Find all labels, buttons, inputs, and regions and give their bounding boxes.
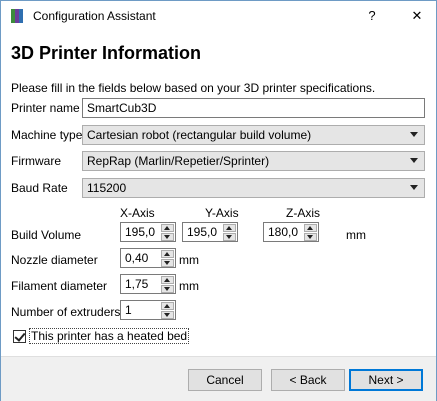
- firmware-label: Firmware: [11, 154, 61, 168]
- extruders-spinbox[interactable]: 1: [120, 300, 176, 320]
- filament-diameter-label: Filament diameter: [11, 279, 108, 293]
- chevron-down-icon: [410, 132, 418, 137]
- configuration-window: Configuration Assistant ? ✕ 3D Printer I…: [0, 0, 437, 401]
- page-intro: Please fill in the fields below based on…: [11, 81, 376, 95]
- next-button[interactable]: Next >: [349, 369, 423, 391]
- machine-type-select[interactable]: Cartesian robot (rectangular build volum…: [82, 125, 425, 145]
- nozzle-diameter-value: 0,40: [125, 251, 149, 265]
- printer-name-label: Printer name: [11, 101, 80, 115]
- spin-up-icon[interactable]: [223, 224, 236, 232]
- build-volume-unit: mm: [346, 228, 366, 242]
- page-title: 3D Printer Information: [11, 43, 202, 63]
- button-bar: Cancel < Back Next >: [1, 356, 436, 401]
- build-volume-z-value: 180,0: [268, 225, 299, 239]
- build-volume-y-value: 195,0: [187, 225, 218, 239]
- spin-down-icon[interactable]: [161, 259, 174, 267]
- back-button[interactable]: < Back: [271, 369, 345, 391]
- printer-name-input[interactable]: SmartCub3D: [82, 98, 425, 118]
- baud-rate-label: Baud Rate: [11, 181, 68, 195]
- window-title: Configuration Assistant: [33, 9, 156, 23]
- title-bar: Configuration Assistant ? ✕: [1, 1, 436, 31]
- cancel-button[interactable]: Cancel: [188, 369, 262, 391]
- nozzle-diameter-unit: mm: [179, 253, 199, 267]
- filament-diameter-unit: mm: [179, 279, 199, 293]
- spin-up-icon[interactable]: [161, 250, 174, 258]
- help-button[interactable]: ?: [357, 1, 387, 31]
- heated-bed-checkbox[interactable]: [13, 330, 26, 343]
- firmware-select[interactable]: RepRap (Marlin/Repetier/Sprinter): [82, 151, 425, 171]
- build-volume-y-spinbox[interactable]: 195,0: [182, 222, 238, 242]
- machine-type-label: Machine type: [11, 128, 83, 142]
- baud-rate-value: 115200: [87, 181, 127, 195]
- heated-bed-label[interactable]: This printer has a heated bed: [29, 328, 190, 344]
- chevron-down-icon: [410, 158, 418, 163]
- spin-up-icon[interactable]: [161, 224, 174, 232]
- y-axis-header: Y-Axis: [205, 206, 239, 220]
- spin-up-icon[interactable]: [304, 224, 317, 232]
- spin-down-icon[interactable]: [161, 233, 174, 241]
- filament-diameter-value: 1,75: [125, 277, 149, 291]
- machine-type-value: Cartesian robot (rectangular build volum…: [87, 128, 312, 142]
- nozzle-diameter-spinbox[interactable]: 0,40: [120, 248, 176, 268]
- z-axis-header: Z-Axis: [286, 206, 320, 220]
- extruders-value: 1: [125, 303, 132, 317]
- spin-down-icon[interactable]: [304, 233, 317, 241]
- chevron-down-icon: [410, 185, 418, 190]
- spin-down-icon[interactable]: [223, 233, 236, 241]
- extruders-label: Number of extruders: [11, 305, 121, 319]
- build-volume-x-value: 195,0: [125, 225, 156, 239]
- x-axis-header: X-Axis: [120, 206, 155, 220]
- spin-up-icon[interactable]: [161, 276, 174, 284]
- spin-down-icon[interactable]: [161, 285, 174, 293]
- firmware-value: RepRap (Marlin/Repetier/Sprinter): [87, 154, 270, 168]
- nozzle-diameter-label: Nozzle diameter: [11, 253, 98, 267]
- app-icon: [11, 9, 23, 23]
- close-button[interactable]: ✕: [399, 1, 435, 31]
- spin-up-icon[interactable]: [161, 302, 174, 310]
- spin-down-icon[interactable]: [161, 311, 174, 319]
- build-volume-z-spinbox[interactable]: 180,0: [263, 222, 319, 242]
- build-volume-x-spinbox[interactable]: 195,0: [120, 222, 176, 242]
- filament-diameter-spinbox[interactable]: 1,75: [120, 274, 176, 294]
- build-volume-label: Build Volume: [11, 228, 82, 242]
- baud-rate-select[interactable]: 115200: [82, 178, 425, 198]
